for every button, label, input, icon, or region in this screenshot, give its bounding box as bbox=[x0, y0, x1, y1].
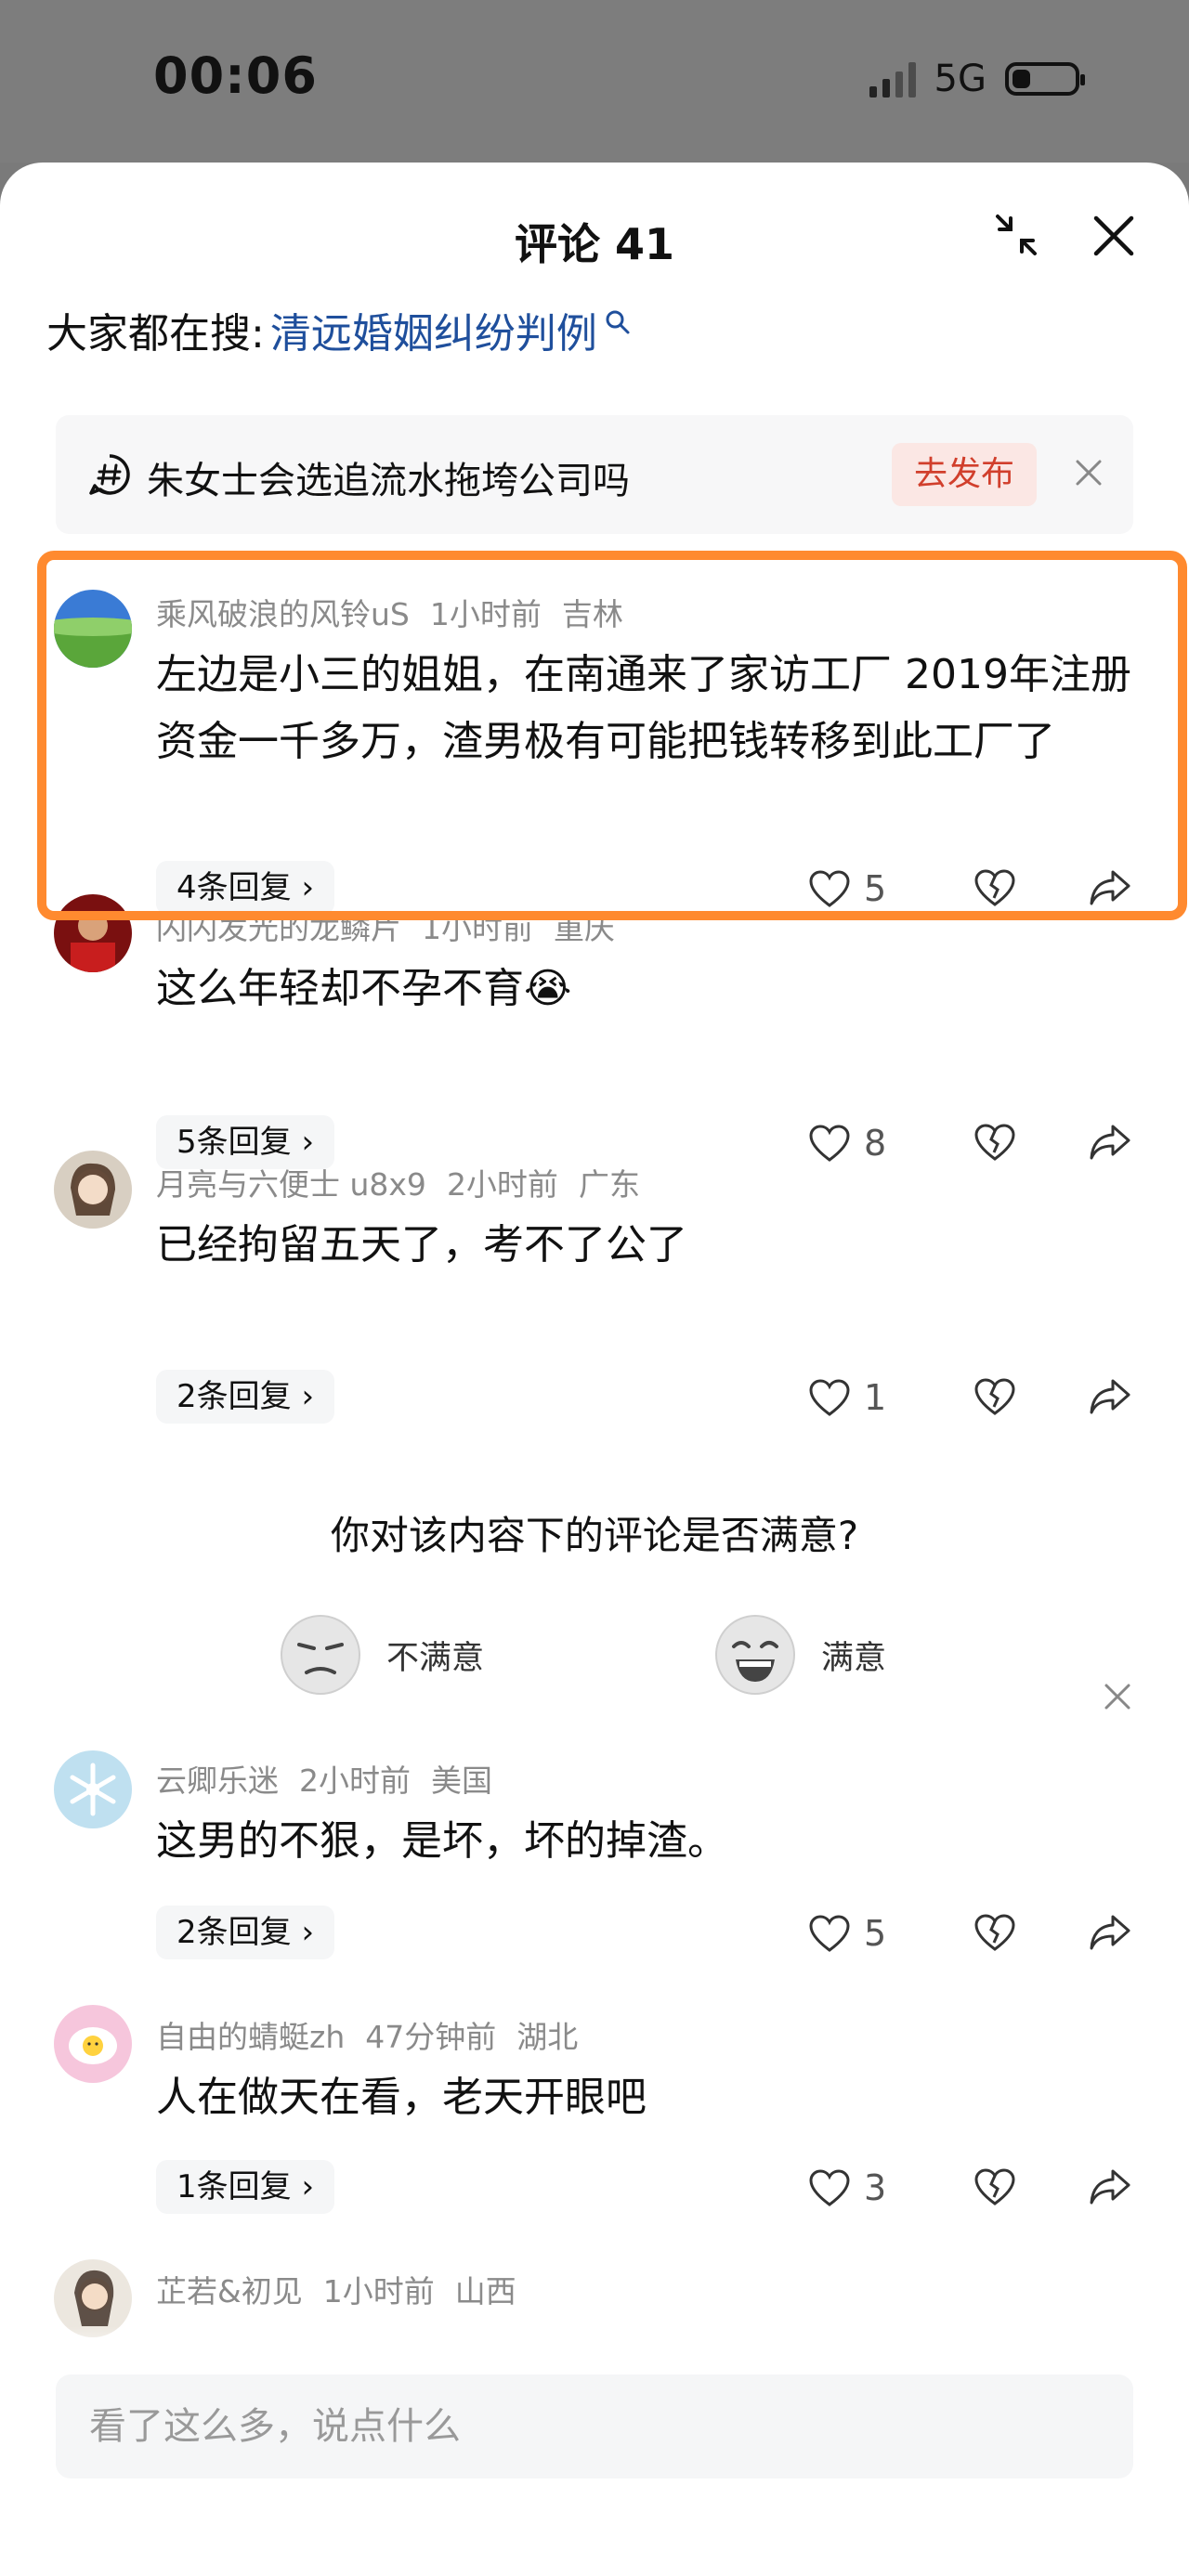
like-button[interactable]: 8 bbox=[808, 1123, 886, 1164]
avatar[interactable] bbox=[54, 2005, 132, 2083]
hot-search-label: 大家都在搜: bbox=[46, 310, 265, 358]
close-icon[interactable] bbox=[1092, 215, 1135, 257]
share-icon[interactable] bbox=[1089, 1913, 1131, 1952]
replies-button[interactable]: 2条回复 › bbox=[156, 1906, 335, 1959]
comment-meta: 自由的蜻蜓zh 47分钟前 湖北 bbox=[156, 2019, 579, 2055]
comment-meta: 云卿乐迷 2小时前 美国 bbox=[156, 1763, 492, 1799]
heart-icon bbox=[809, 2169, 850, 2206]
heart-icon bbox=[809, 870, 850, 907]
survey-question: 你对该内容下的评论是否满意? bbox=[330, 1513, 859, 1558]
hashtag-icon bbox=[89, 454, 130, 495]
topic-banner[interactable]: 朱女士会选追流水拖垮公司吗 去发布 bbox=[56, 415, 1133, 534]
comment-text: 已经拘留五天了，考不了公了 bbox=[156, 1221, 687, 1268]
broken-heart-icon[interactable] bbox=[973, 868, 1016, 907]
collapse-icon[interactable] bbox=[992, 211, 1040, 259]
survey-negative-label: 不满意 bbox=[386, 1639, 485, 1677]
search-icon bbox=[606, 310, 630, 334]
publish-button[interactable]: 去发布 bbox=[892, 443, 1037, 506]
scroll-fade bbox=[0, 2326, 1189, 2363]
like-count: 5 bbox=[864, 1913, 887, 1954]
like-button[interactable]: 3 bbox=[808, 2167, 886, 2208]
like-button[interactable]: 1 bbox=[808, 1377, 886, 1418]
status-bar: 00:06 5G bbox=[0, 0, 1189, 163]
comment-text: 这男的不狠，是坏，坏的掉渣。 bbox=[156, 1817, 728, 1865]
survey-positive-label: 满意 bbox=[821, 1639, 887, 1677]
network-label: 5G bbox=[934, 58, 986, 100]
like-button[interactable]: 5 bbox=[808, 868, 886, 909]
comment-actions: 2条回复 › 1 bbox=[0, 1370, 1189, 1425]
comment-sheet: 评论 41 大家都在搜: 清远婚姻纠纷判例 朱女士会选追流水拖垮公司吗 去发布 bbox=[0, 163, 1189, 2576]
heart-icon bbox=[809, 1125, 850, 1162]
broken-heart-icon[interactable] bbox=[973, 2167, 1016, 2206]
happy-face-icon bbox=[715, 1615, 795, 1695]
survey-negative-option[interactable]: 不满意 bbox=[279, 1613, 484, 1697]
comment-input-bar[interactable] bbox=[56, 2374, 1133, 2478]
comment-actions: 1条回复 › 3 bbox=[0, 2160, 1189, 2216]
survey-positive-option[interactable]: 满意 bbox=[713, 1613, 886, 1697]
replies-button[interactable]: 2条回复 › bbox=[156, 1370, 335, 1424]
avatar[interactable] bbox=[54, 590, 132, 668]
unhappy-face-icon bbox=[281, 1615, 360, 1695]
like-count: 1 bbox=[864, 1377, 887, 1418]
comment-meta: 闪闪发光的龙鳞片 1小时前 重庆 bbox=[156, 910, 615, 946]
share-icon[interactable] bbox=[1089, 868, 1131, 907]
like-button[interactable]: 5 bbox=[808, 1913, 886, 1954]
share-icon[interactable] bbox=[1089, 1377, 1131, 1416]
comment-meta: 乘风破浪的风铃uS 1小时前 吉林 bbox=[156, 596, 623, 632]
comment-text: 左边是小三的姐姐，在南通来了家访工厂 2019年注册资金一千多万，渣男极有可能把… bbox=[156, 651, 1131, 765]
comment-meta: 芷若&初见 1小时前 山西 bbox=[156, 2273, 516, 2309]
hot-search-link[interactable]: 清远婚姻纠纷判例 bbox=[270, 300, 597, 359]
comment-text: 这么年轻却不孕不育😭 bbox=[156, 965, 572, 1012]
share-icon[interactable] bbox=[1089, 2167, 1131, 2206]
avatar[interactable] bbox=[54, 894, 132, 972]
status-indicators: 5G bbox=[869, 58, 1085, 100]
broken-heart-icon[interactable] bbox=[973, 1123, 1016, 1162]
comment-input[interactable] bbox=[89, 2374, 1092, 2478]
avatar[interactable] bbox=[54, 1151, 132, 1229]
comment-actions: 2条回复 › 5 bbox=[0, 1906, 1189, 1961]
heart-icon bbox=[809, 1915, 850, 1952]
like-count: 3 bbox=[864, 2167, 887, 2208]
status-time: 00:06 bbox=[153, 46, 318, 105]
heart-icon bbox=[809, 1379, 850, 1416]
comment-text: 人在做天在看，老天开眼吧 bbox=[156, 2074, 647, 2121]
topic-text: 朱女士会选追流水拖垮公司吗 bbox=[147, 460, 630, 502]
comment-meta: 月亮与六便士 u8x9 2小时前 广东 bbox=[156, 1166, 640, 1203]
like-count: 5 bbox=[864, 868, 887, 909]
share-icon[interactable] bbox=[1089, 1123, 1131, 1162]
replies-button[interactable]: 1条回复 › bbox=[156, 2160, 335, 2214]
like-count: 8 bbox=[864, 1123, 887, 1164]
battery-icon bbox=[1005, 62, 1085, 96]
hot-search: 大家都在搜: 清远婚姻纠纷判例 bbox=[46, 300, 631, 359]
survey-close-icon[interactable] bbox=[1102, 1681, 1133, 1712]
broken-heart-icon[interactable] bbox=[973, 1377, 1016, 1416]
signal-icon bbox=[869, 60, 916, 98]
broken-heart-icon[interactable] bbox=[973, 1913, 1016, 1952]
avatar[interactable] bbox=[54, 1750, 132, 1828]
dismiss-banner-icon[interactable] bbox=[1072, 456, 1105, 489]
